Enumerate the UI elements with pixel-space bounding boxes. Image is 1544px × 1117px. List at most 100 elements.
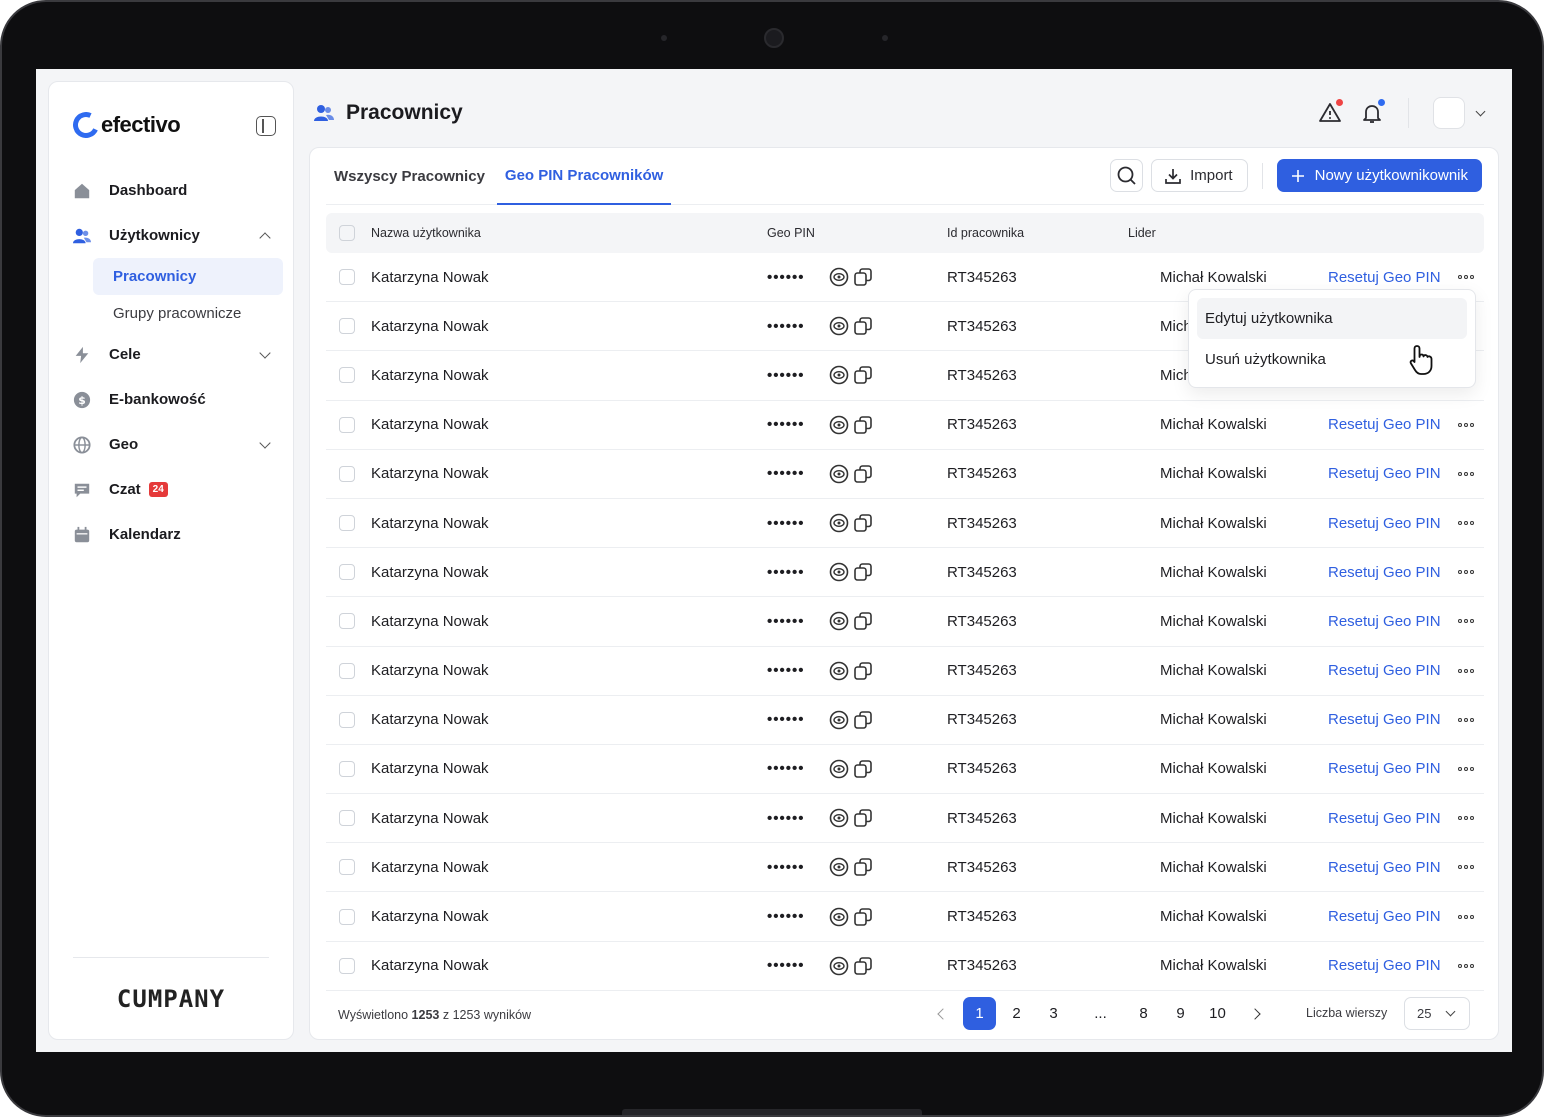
- eye-icon[interactable]: [829, 907, 849, 927]
- row-checkbox[interactable]: [339, 711, 355, 728]
- copy-icon[interactable]: [853, 267, 873, 287]
- table-row[interactable]: Katarzyna Nowak •••••• RT345263 Michał K…: [326, 794, 1484, 844]
- search-button[interactable]: [1110, 159, 1144, 192]
- chevron-down-icon[interactable]: [259, 437, 271, 449]
- reset-geo-pin-link[interactable]: Resetuj Geo PIN: [1328, 613, 1458, 630]
- logo[interactable]: efectivo: [69, 108, 181, 142]
- copy-icon[interactable]: [853, 956, 873, 976]
- collapse-sidebar-icon[interactable]: [256, 116, 276, 136]
- more-options-icon[interactable]: [1458, 668, 1474, 673]
- page-button[interactable]: 1: [963, 997, 996, 1030]
- reset-geo-pin-link[interactable]: Resetuj Geo PIN: [1328, 564, 1458, 581]
- sidebar-item-chat[interactable]: Czat 24: [73, 467, 283, 512]
- tab-geo-pin[interactable]: Geo PIN Pracowników: [496, 148, 672, 205]
- reset-geo-pin-link[interactable]: Resetuj Geo PIN: [1328, 416, 1458, 433]
- row-checkbox[interactable]: [339, 367, 355, 384]
- more-options-icon[interactable]: [1458, 865, 1474, 870]
- row-checkbox[interactable]: [339, 957, 355, 974]
- page-button[interactable]: 9: [1164, 997, 1197, 1030]
- eye-icon[interactable]: [829, 316, 849, 336]
- sidebar-item-goals[interactable]: Cele: [73, 332, 283, 377]
- chevron-down-icon[interactable]: [259, 347, 271, 359]
- eye-icon[interactable]: [829, 464, 849, 484]
- more-options-icon[interactable]: [1458, 717, 1474, 722]
- sidebar-subitem-employees[interactable]: Pracownicy: [93, 258, 283, 295]
- table-row[interactable]: Katarzyna Nowak •••••• RT345263 Michał K…: [326, 401, 1484, 450]
- page-button[interactable]: 3: [1037, 997, 1070, 1030]
- eye-icon[interactable]: [829, 956, 849, 976]
- new-user-button[interactable]: Nowy użytkownikownik: [1276, 159, 1482, 192]
- select-all-checkbox[interactable]: [339, 225, 355, 241]
- more-options-icon[interactable]: [1458, 521, 1474, 526]
- copy-icon[interactable]: [853, 365, 873, 385]
- reset-geo-pin-link[interactable]: Resetuj Geo PIN: [1328, 515, 1458, 532]
- next-page-button[interactable]: [1238, 997, 1271, 1030]
- table-row[interactable]: Katarzyna Nowak •••••• RT345263 Michał K…: [326, 597, 1484, 647]
- copy-icon[interactable]: [853, 611, 873, 631]
- row-checkbox[interactable]: [339, 269, 355, 286]
- copy-icon[interactable]: [853, 759, 873, 779]
- row-checkbox[interactable]: [339, 318, 355, 335]
- eye-icon[interactable]: [829, 661, 849, 681]
- tab-all-employees[interactable]: Wszyscy Pracownicy: [326, 148, 493, 205]
- table-row[interactable]: Katarzyna Nowak •••••• RT345263 Michał K…: [326, 696, 1484, 745]
- page-button[interactable]: 2: [1000, 997, 1033, 1030]
- table-row[interactable]: Katarzyna Nowak •••••• RT345263 Michał K…: [326, 450, 1484, 499]
- copy-icon[interactable]: [853, 562, 873, 582]
- more-options-icon[interactable]: [1458, 619, 1474, 624]
- reset-geo-pin-link[interactable]: Resetuj Geo PIN: [1328, 810, 1458, 827]
- copy-icon[interactable]: [853, 415, 873, 435]
- row-checkbox[interactable]: [339, 465, 355, 482]
- sidebar-item-ebanking[interactable]: $ E-bankowość: [73, 377, 283, 422]
- row-checkbox[interactable]: [339, 613, 355, 630]
- table-row[interactable]: Katarzyna Nowak •••••• RT345263 Michał K…: [326, 745, 1484, 795]
- row-checkbox[interactable]: [339, 810, 355, 827]
- more-options-icon[interactable]: [1458, 275, 1474, 280]
- chevron-up-icon[interactable]: [259, 232, 271, 244]
- row-checkbox[interactable]: [339, 515, 355, 532]
- reset-geo-pin-link[interactable]: Resetuj Geo PIN: [1328, 465, 1458, 482]
- eye-icon[interactable]: [829, 513, 849, 533]
- eye-icon[interactable]: [829, 611, 849, 631]
- more-options-icon[interactable]: [1458, 422, 1474, 427]
- table-row[interactable]: Katarzyna Nowak •••••• RT345263 Michał K…: [326, 548, 1484, 598]
- eye-icon[interactable]: [829, 808, 849, 828]
- table-row[interactable]: Katarzyna Nowak •••••• RT345263 Michał K…: [326, 892, 1484, 942]
- row-checkbox[interactable]: [339, 564, 355, 581]
- edit-user-menu-item[interactable]: Edytuj użytkownika: [1197, 298, 1467, 339]
- row-checkbox[interactable]: [339, 859, 355, 876]
- copy-icon[interactable]: [853, 857, 873, 877]
- more-options-icon[interactable]: [1458, 766, 1474, 771]
- more-options-icon[interactable]: [1458, 914, 1474, 919]
- more-options-icon[interactable]: [1458, 570, 1474, 575]
- copy-icon[interactable]: [853, 661, 873, 681]
- eye-icon[interactable]: [829, 415, 849, 435]
- sidebar-subitem-groups[interactable]: Grupy pracownicze: [93, 295, 283, 332]
- eye-icon[interactable]: [829, 857, 849, 877]
- rows-per-page-select[interactable]: 25: [1404, 997, 1470, 1030]
- table-row[interactable]: Katarzyna Nowak •••••• RT345263 Michał K…: [326, 647, 1484, 696]
- reset-geo-pin-link[interactable]: Resetuj Geo PIN: [1328, 269, 1458, 286]
- chevron-down-icon[interactable]: [1475, 106, 1486, 116]
- copy-icon[interactable]: [853, 464, 873, 484]
- page-button[interactable]: 8: [1127, 997, 1160, 1030]
- page-button[interactable]: 10: [1201, 997, 1234, 1030]
- reset-geo-pin-link[interactable]: Resetuj Geo PIN: [1328, 760, 1458, 777]
- sidebar-item-calendar[interactable]: Kalendarz: [73, 512, 283, 557]
- notifications-button[interactable]: [1360, 99, 1385, 125]
- copy-icon[interactable]: [853, 513, 873, 533]
- eye-icon[interactable]: [829, 710, 849, 730]
- more-options-icon[interactable]: [1458, 471, 1474, 476]
- sidebar-item-dashboard[interactable]: Dashboard: [73, 168, 283, 213]
- row-checkbox[interactable]: [339, 908, 355, 925]
- table-row[interactable]: Katarzyna Nowak •••••• RT345263 Michał K…: [326, 843, 1484, 893]
- reset-geo-pin-link[interactable]: Resetuj Geo PIN: [1328, 957, 1458, 974]
- reset-geo-pin-link[interactable]: Resetuj Geo PIN: [1328, 908, 1458, 925]
- avatar[interactable]: [1433, 97, 1465, 129]
- table-row[interactable]: Katarzyna Nowak •••••• RT345263 Michał K…: [326, 942, 1484, 991]
- eye-icon[interactable]: [829, 759, 849, 779]
- copy-icon[interactable]: [853, 316, 873, 336]
- eye-icon[interactable]: [829, 365, 849, 385]
- more-options-icon[interactable]: [1458, 816, 1474, 821]
- sidebar-item-users[interactable]: Użytkownicy: [73, 213, 283, 258]
